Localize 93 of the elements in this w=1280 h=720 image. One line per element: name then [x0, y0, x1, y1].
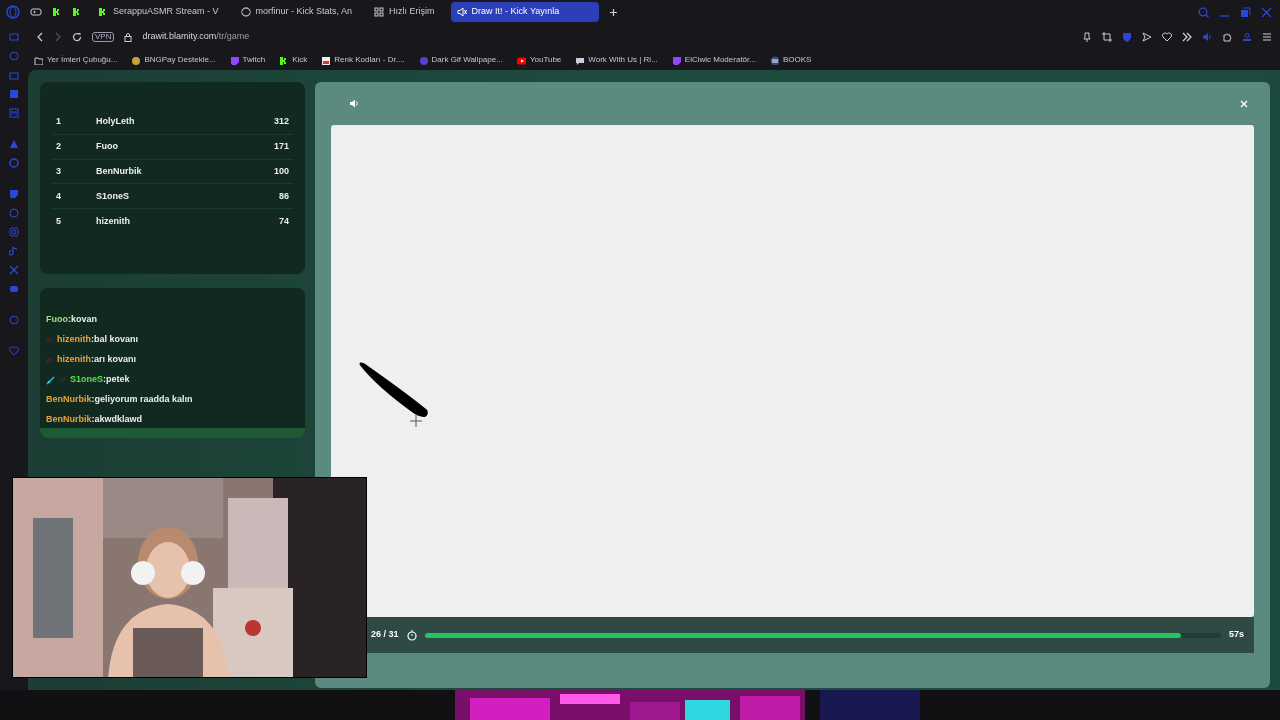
rank-number: 4	[56, 189, 62, 203]
badge-icon	[46, 337, 53, 343]
twitch-logo-icon[interactable]	[8, 189, 20, 200]
plus-icon[interactable]	[608, 7, 618, 17]
player-name: Fuoo	[96, 139, 119, 153]
speaker-icon[interactable]	[349, 99, 359, 108]
brush-stroke	[358, 361, 430, 429]
books-icon	[769, 55, 779, 65]
chat-username: BenNurbik	[46, 393, 92, 407]
badge-icon	[46, 357, 53, 363]
kick-logo-icon	[98, 7, 108, 17]
chat-message-text: :geliyorum raadda kalın	[91, 393, 193, 407]
search-icon[interactable]	[1198, 6, 1209, 18]
bookmark-link[interactable]: Twitch	[229, 54, 266, 66]
player-name: BenNurbik	[96, 164, 143, 178]
grid-icon	[374, 7, 385, 17]
chat-message-text: :akwdklawd	[91, 413, 143, 427]
menu-icon[interactable]	[1262, 32, 1272, 42]
chat-username: S1oneS	[70, 373, 103, 387]
browser-tab[interactable]: SerappuASMR Stream - V	[92, 2, 225, 22]
url-text[interactable]: drawit.blamity.com/tr/game	[142, 30, 250, 44]
tv-icon[interactable]	[8, 32, 20, 43]
camera-icon[interactable]	[8, 227, 20, 238]
rank-number: 1	[56, 115, 62, 129]
chat-icon	[575, 55, 585, 65]
account-icon[interactable]	[1242, 32, 1252, 42]
chat-message-text: :kovan	[68, 313, 97, 327]
round-counter: 26 / 31	[371, 628, 399, 642]
chat-username: BenNurbik	[46, 413, 92, 427]
chevrons-icon[interactable]	[1182, 32, 1192, 42]
coin-icon	[131, 55, 141, 65]
twitch-logo-icon	[671, 55, 681, 65]
gamepad-icon[interactable]	[30, 7, 42, 17]
bookmark-link[interactable]: BOOKS	[769, 54, 812, 66]
twitch-logo-icon	[229, 55, 239, 65]
timer-text: 57s	[1228, 628, 1244, 642]
note-icon[interactable]	[8, 246, 20, 257]
player-score: 74	[279, 214, 289, 228]
triangle-icon[interactable]	[8, 139, 20, 150]
player-score: 171	[273, 139, 289, 153]
chat-message-text: :arı kovanı	[91, 353, 137, 367]
stopwatch-icon	[406, 629, 417, 641]
bookmark-link[interactable]: Yer İmleri Çubuğu...	[34, 54, 118, 66]
rank-number: 3	[56, 164, 62, 178]
bookmark-link[interactable]: Work With Us | Ri...	[575, 54, 658, 66]
restore-icon[interactable]	[1240, 6, 1251, 18]
player-name: HolyLeth	[96, 115, 136, 129]
kick-logo-icon	[279, 55, 289, 65]
kick-logo-icon[interactable]	[72, 7, 82, 17]
rank-number: 2	[56, 139, 62, 153]
speaker-icon	[456, 7, 467, 17]
player-name: hizenith	[96, 214, 131, 228]
x-logo-icon[interactable]	[8, 265, 20, 276]
back-icon[interactable]	[36, 32, 44, 42]
player-score: 100	[273, 164, 289, 178]
sword-icon	[46, 375, 55, 385]
badge-icon	[59, 377, 66, 383]
palette-icon	[321, 55, 331, 65]
forward-icon[interactable]	[54, 32, 62, 42]
browser-tab[interactable]: Draw It! - Kick Yayınla	[450, 2, 599, 22]
chat-username: hizenith	[57, 333, 91, 347]
browser-tab[interactable]: morfinur - Kick Stats, An	[234, 2, 359, 22]
kick-logo-icon[interactable]	[52, 7, 62, 17]
rank-number: 5	[56, 214, 62, 228]
chat-message-text: :petek	[103, 373, 130, 387]
bookmark-link[interactable]: YouTube	[516, 54, 562, 66]
browser-tab[interactable]: Hızlı Erişim	[368, 2, 441, 22]
close-icon	[1240, 100, 1248, 109]
folder-icon	[34, 55, 43, 65]
circle-icon	[418, 55, 428, 65]
play-logo-icon	[516, 55, 526, 65]
send-icon[interactable]	[1142, 32, 1152, 42]
bookmark-link[interactable]: Dark Gif Wallpape...	[418, 54, 503, 66]
crop-icon[interactable]	[1102, 32, 1112, 42]
reload-icon[interactable]	[72, 32, 82, 42]
chat-message-text: :bal kovanı	[91, 333, 138, 347]
bookmark-link[interactable]: Kick	[279, 54, 308, 66]
lock-icon[interactable]	[124, 32, 133, 42]
bookmark-link[interactable]: BNGPay Destekle...	[131, 54, 216, 66]
chat-username: Fuoo	[46, 313, 68, 327]
player-name: S1oneS	[96, 189, 130, 203]
globe-icon[interactable]	[8, 158, 20, 169]
vpn-badge[interactable]: VPN	[92, 31, 115, 43]
close-icon[interactable]	[1261, 6, 1272, 18]
shield-icon[interactable]	[1122, 32, 1132, 42]
chat-username: hizenith	[57, 353, 91, 367]
volume-icon[interactable]	[1202, 32, 1212, 42]
player-score: 86	[279, 189, 289, 203]
pin-icon[interactable]	[1082, 32, 1092, 42]
browser-logo-icon[interactable]	[6, 5, 20, 19]
player-score: 312	[273, 115, 289, 129]
bookmark-link[interactable]: ElCiwic Moderatör...	[671, 54, 756, 66]
bookmark-link[interactable]: Renk Kodları - Dr....	[321, 54, 405, 66]
